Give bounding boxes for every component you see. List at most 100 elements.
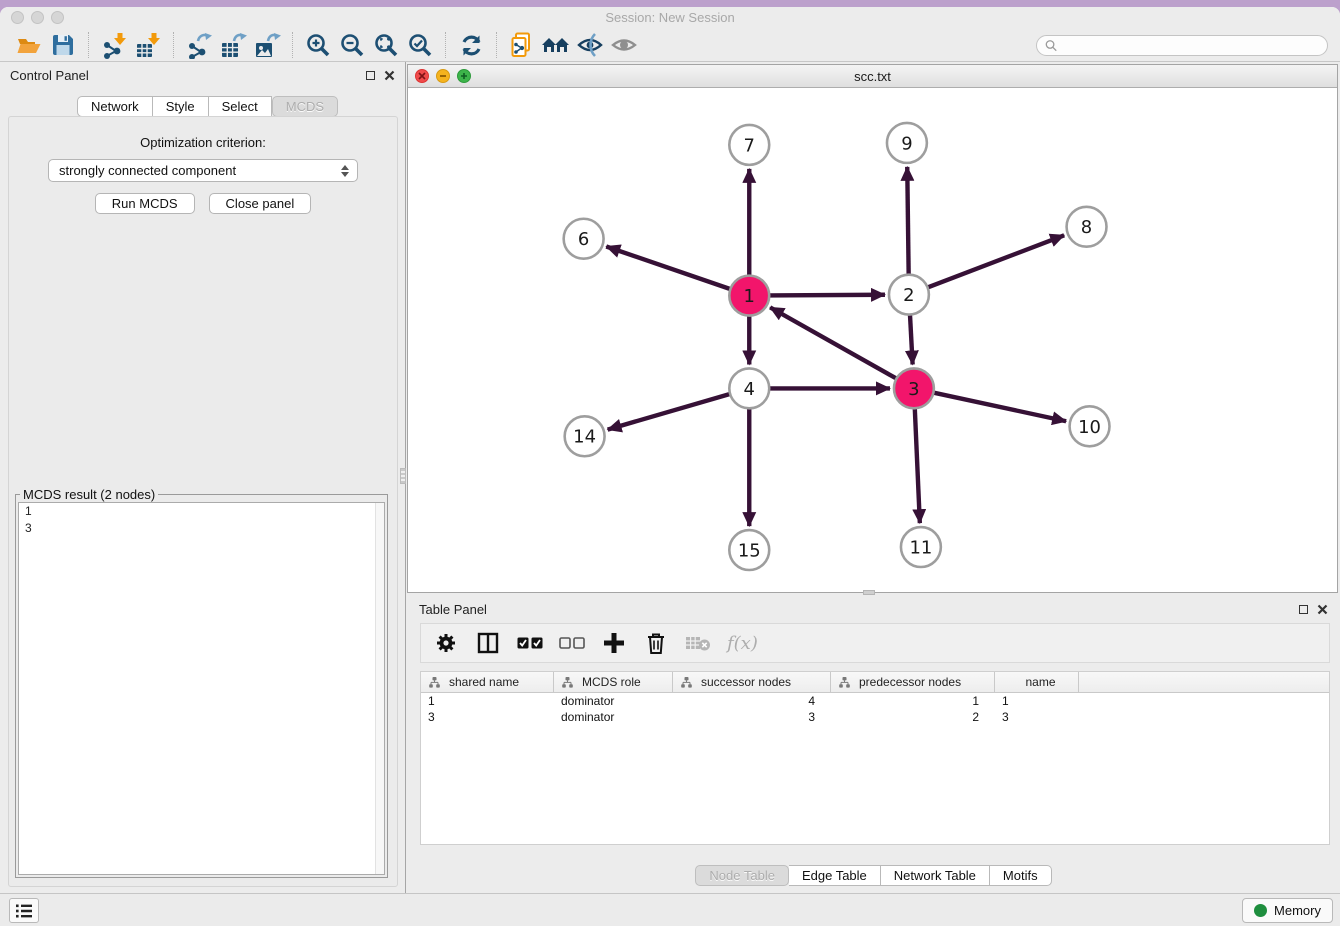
refresh-icon <box>458 32 485 59</box>
delete-table-button[interactable] <box>685 630 711 656</box>
import-table-icon <box>135 32 162 59</box>
task-history-button[interactable] <box>9 898 39 923</box>
search-icon <box>1045 39 1057 52</box>
graph-node-3[interactable]: 3 <box>894 368 934 408</box>
graph-edge-3-1[interactable] <box>770 307 898 379</box>
export-table-icon <box>220 32 247 59</box>
gear-icon <box>435 632 457 654</box>
open-session-button[interactable] <box>12 30 46 60</box>
zoom-fit-icon <box>373 32 400 59</box>
tab-mcds[interactable]: MCDS <box>272 96 338 117</box>
graph-edge-2-9[interactable] <box>907 167 908 277</box>
show-column-panel-button[interactable] <box>475 630 501 656</box>
float-panel-icon[interactable] <box>366 71 375 80</box>
svg-text:15: 15 <box>738 541 761 562</box>
close-window-button[interactable] <box>11 11 24 24</box>
zoom-fit-button[interactable] <box>369 30 403 60</box>
window-title: Session: New Session <box>0 7 1340 29</box>
tab-edge-table[interactable]: Edge Table <box>789 865 881 886</box>
close-table-panel-icon[interactable] <box>1317 604 1328 615</box>
search-box[interactable] <box>1036 35 1328 56</box>
tab-motifs[interactable]: Motifs <box>990 865 1052 886</box>
graph-node-9[interactable]: 9 <box>887 123 927 163</box>
graph-node-1[interactable]: 1 <box>729 276 769 316</box>
graph-edge-3-11[interactable] <box>915 406 920 523</box>
select-all-button[interactable] <box>517 630 543 656</box>
hide-button[interactable] <box>573 30 607 60</box>
tab-network-table[interactable]: Network Table <box>881 865 990 886</box>
tab-style[interactable]: Style <box>153 96 209 117</box>
network-close-button[interactable] <box>415 69 429 83</box>
network-canvas[interactable]: 7 9 6 8 1 2 4 3 14 10 15 11 <box>408 88 1337 592</box>
column-header-predecessor-nodes[interactable]: predecessor nodes <box>831 672 995 692</box>
close-panel-button[interactable]: Close panel <box>209 193 312 214</box>
graph-node-14[interactable]: 14 <box>565 416 605 456</box>
network-graph[interactable]: 7 9 6 8 1 2 4 3 14 10 15 11 <box>408 88 1337 592</box>
column-header-MCDS-role[interactable]: MCDS role <box>554 672 673 692</box>
result-item[interactable]: 1 <box>19 503 384 520</box>
copy-network-button[interactable] <box>505 30 539 60</box>
zoom-selected-button[interactable] <box>403 30 437 60</box>
mcds-result-list[interactable]: 13 <box>18 502 385 875</box>
network-maximize-button[interactable] <box>457 69 471 83</box>
minimize-window-button[interactable] <box>31 11 44 24</box>
result-scrollbar[interactable] <box>375 503 384 874</box>
folder-open-icon <box>16 32 43 58</box>
export-network-button[interactable] <box>182 30 216 60</box>
import-table-button[interactable] <box>131 30 165 60</box>
graph-node-8[interactable]: 8 <box>1067 207 1107 247</box>
column-header-shared-name[interactable]: shared name <box>421 672 554 692</box>
graph-edge-2-3[interactable] <box>910 313 913 365</box>
toolbar-separator <box>496 32 497 58</box>
zoom-window-button[interactable] <box>51 11 64 24</box>
table-row[interactable]: 1dominator411 <box>421 693 1329 709</box>
function-builder-button[interactable]: f(x) <box>727 633 758 654</box>
graph-node-4[interactable]: 4 <box>729 368 769 408</box>
graph-node-15[interactable]: 15 <box>729 530 769 570</box>
graph-edge-4-14[interactable] <box>608 393 732 429</box>
save-session-button[interactable] <box>46 30 80 60</box>
table-row[interactable]: 3dominator323 <box>421 709 1329 725</box>
table-settings-button[interactable] <box>433 630 459 656</box>
graph-node-2[interactable]: 2 <box>889 275 929 315</box>
column-header-successor-nodes[interactable]: successor nodes <box>673 672 831 692</box>
homes-icon <box>541 32 571 58</box>
memory-button[interactable]: Memory <box>1242 898 1333 923</box>
hierarchy-icon <box>562 677 573 688</box>
tab-network[interactable]: Network <box>77 96 153 117</box>
main-toolbar <box>0 29 1340 62</box>
memory-label: Memory <box>1274 903 1321 918</box>
graph-node-11[interactable]: 11 <box>901 527 941 567</box>
refresh-button[interactable] <box>454 30 488 60</box>
graph-edge-1-2[interactable] <box>767 295 885 296</box>
search-input[interactable] <box>1062 38 1319 52</box>
zoom-out-button[interactable] <box>335 30 369 60</box>
run-mcds-button[interactable]: Run MCDS <box>95 193 195 214</box>
graph-node-10[interactable]: 10 <box>1070 406 1110 446</box>
graph-edge-2-8[interactable] <box>926 235 1064 288</box>
tab-select[interactable]: Select <box>209 96 272 117</box>
add-row-button[interactable] <box>601 630 627 656</box>
export-image-button[interactable] <box>250 30 284 60</box>
criterion-select[interactable]: strongly connected component <box>48 159 358 182</box>
graph-node-6[interactable]: 6 <box>564 219 604 259</box>
close-panel-icon[interactable] <box>384 70 395 81</box>
show-button[interactable] <box>607 30 641 60</box>
zoom-in-button[interactable] <box>301 30 335 60</box>
graph-edge-3-10[interactable] <box>931 392 1066 421</box>
svg-text:4: 4 <box>744 379 755 400</box>
export-table-button[interactable] <box>216 30 250 60</box>
import-network-button[interactable] <box>97 30 131 60</box>
deselect-all-button[interactable] <box>559 630 585 656</box>
float-table-panel-icon[interactable] <box>1299 605 1308 614</box>
graph-node-7[interactable]: 7 <box>729 125 769 165</box>
network-minimize-button[interactable] <box>436 69 450 83</box>
zoom-selected-icon <box>407 32 434 59</box>
homes-button[interactable] <box>539 30 573 60</box>
delete-row-button[interactable] <box>643 630 669 656</box>
result-item[interactable]: 3 <box>19 520 384 537</box>
column-header-name[interactable]: name <box>995 672 1079 692</box>
graph-edge-1-6[interactable] <box>606 246 732 289</box>
tab-node-table[interactable]: Node Table <box>695 865 789 886</box>
control-panel-title: Control Panel <box>10 68 89 83</box>
